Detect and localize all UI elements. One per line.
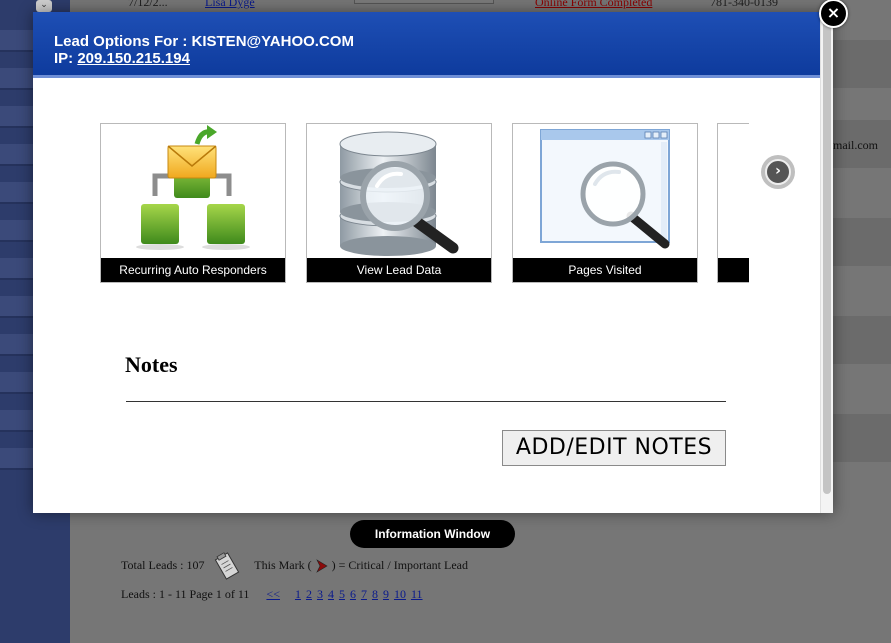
window-search-icon <box>540 129 670 249</box>
option-label: View Lead Data <box>307 258 491 282</box>
ip-address-link[interactable]: 209.150.215.194 <box>77 50 190 67</box>
total-leads-line: Total Leads : 107 This Mark ( ) = Critic… <box>121 551 468 581</box>
top-row-field[interactable] <box>354 0 494 4</box>
option-pages-visited[interactable]: Pages Visited <box>512 123 698 283</box>
header-stripe <box>33 75 820 78</box>
option-label: Recurring Auto Responders <box>101 258 285 282</box>
option-view-lead-data[interactable]: View Lead Data <box>306 123 492 283</box>
top-row-date: 7/12/2... <box>128 0 168 9</box>
auto-responder-icon <box>136 125 250 250</box>
pagination-prev-link[interactable]: << <box>266 587 280 601</box>
pagination-page-link[interactable]: 10 <box>394 587 406 601</box>
option-recurring-auto-responders[interactable]: Recurring Auto Responders <box>100 123 286 283</box>
mark-label-prefix: This Mark ( <box>254 557 312 572</box>
top-row-phone: 781-340-0139 <box>710 0 778 9</box>
modal-header: Lead Options For : KISTEN@YAHOO.COM IP: … <box>33 12 833 78</box>
lead-options-modal: Lead Options For : KISTEN@YAHOO.COM IP: … <box>33 12 833 513</box>
pagination-page-link[interactable]: 3 <box>317 587 323 601</box>
clipboard-icon <box>215 552 240 580</box>
modal-scrollbar[interactable] <box>820 12 833 513</box>
email-fragment: mail.com <box>833 138 878 152</box>
database-search-icon <box>339 131 459 256</box>
notes-divider <box>126 401 726 402</box>
total-leads-label: Total Leads : 107 <box>121 557 205 572</box>
option-label <box>718 258 749 282</box>
top-row-name-link[interactable]: Lisa Dyge <box>205 0 255 10</box>
close-icon[interactable]: × <box>819 0 848 28</box>
pagination-page-link[interactable]: 1 <box>295 587 301 601</box>
pagination-page-link[interactable]: 5 <box>339 587 345 601</box>
pagination-page-link[interactable]: 6 <box>350 587 356 601</box>
pagination-page-link[interactable]: 7 <box>361 587 367 601</box>
modal-scrollbar-thumb[interactable] <box>823 16 831 494</box>
mark-label-suffix: ) = Critical / Important Lead <box>331 557 468 572</box>
pagination-page-link[interactable]: 9 <box>383 587 389 601</box>
information-window-button[interactable]: Information Window <box>350 520 515 548</box>
critical-mark-icon <box>315 559 328 573</box>
chevron-right-icon: › <box>765 159 791 185</box>
sidebar-scroll-down-icon[interactable]: ⌄ <box>36 0 52 12</box>
pagination-line: Leads : 1 - 11 Page 1 of 11 << 1 2 3 4 5… <box>121 587 425 602</box>
option-label: Pages Visited <box>513 258 697 282</box>
pagination-page-link[interactable]: 2 <box>306 587 312 601</box>
modal-title-prefix: Lead Options For : <box>54 33 188 50</box>
notes-heading: Notes <box>125 352 178 377</box>
pagination-page-link[interactable]: 4 <box>328 587 334 601</box>
next-options-button[interactable]: › <box>761 155 795 189</box>
ip-line: IP: 209.150.215.194 <box>54 50 833 67</box>
modal-title: Lead Options For : KISTEN@YAHOO.COM <box>54 33 833 50</box>
add-edit-notes-button[interactable]: ADD/EDIT NOTES <box>502 430 726 466</box>
option-partially-hidden[interactable] <box>717 123 749 283</box>
lead-email: KISTEN@YAHOO.COM <box>191 33 354 50</box>
ip-label: IP: <box>54 50 74 67</box>
pagination-page-link[interactable]: 11 <box>411 587 423 601</box>
top-row-status-link[interactable]: Online Form Completed <box>535 0 652 10</box>
leads-range-label: Leads : 1 - 11 Page 1 of 11 <box>121 587 250 601</box>
pagination-page-link[interactable]: 8 <box>372 587 378 601</box>
